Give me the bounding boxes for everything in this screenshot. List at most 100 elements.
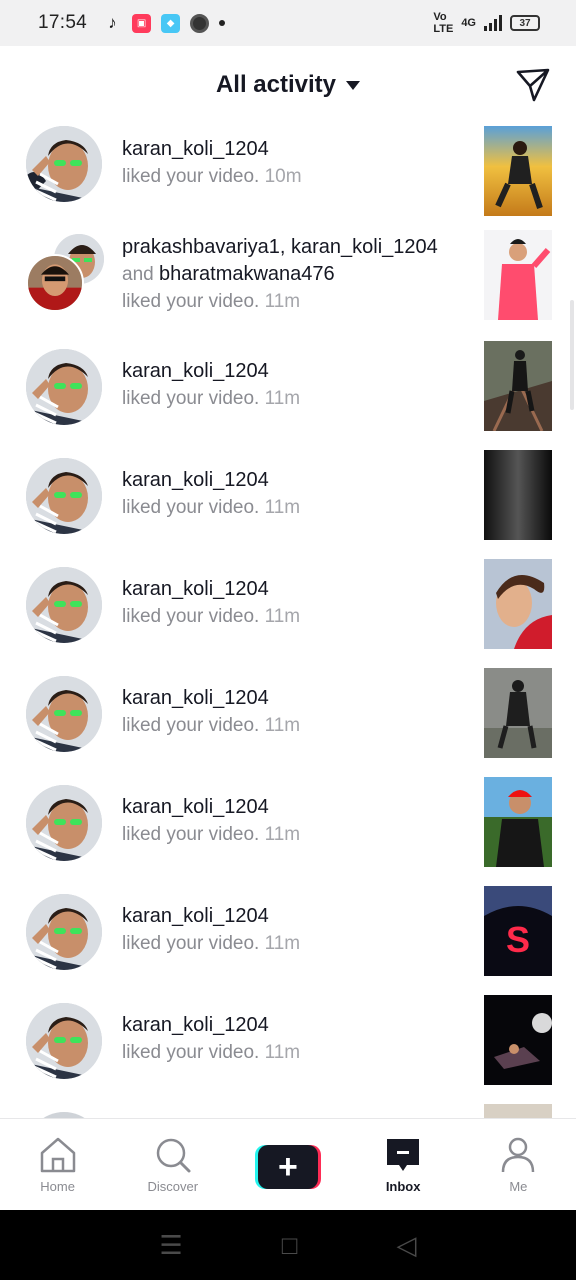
notification-action: liked your video. [122,388,260,409]
status-notification-icons: ♪ ▣ ◆ [103,13,226,33]
video-thumbnail[interactable] [484,126,552,216]
notification-row[interactable]: karan_koli_1204 liked your video. 11m [0,774,576,883]
video-thumbnail[interactable] [484,1104,552,1118]
notification-username[interactable]: karan_koli_1204 [122,358,467,385]
screen-record-icon: ▣ [132,13,152,33]
user-avatar[interactable] [26,458,102,534]
direct-message-icon[interactable] [514,66,552,104]
page-title: All activity [215,71,337,98]
signal-icon [484,15,502,31]
bottom-navigation: Home Discover + Inbox Me [0,1118,576,1210]
user-avatar [26,254,84,312]
battery-icon: 37 [510,15,540,31]
user-avatar[interactable] [26,1003,102,1079]
create-video-button[interactable]: + [254,1144,321,1189]
video-thumbnail[interactable] [484,668,552,758]
scrollbar[interactable] [570,300,574,410]
status-system-icons: Vo LTE 4G 37 [433,11,540,35]
notification-username[interactable]: karan_koli_1204 [122,576,467,603]
notification-action: liked your video. [122,606,260,627]
notification-time: 11m [264,497,301,518]
home-square-icon[interactable]: □ [282,1230,298,1261]
back-triangle-icon[interactable]: ◁ [396,1230,416,1261]
volte-icon: Vo LTE [433,11,454,35]
notification-username[interactable]: karan_koli_1204 [122,467,467,494]
user-avatar[interactable] [26,567,102,643]
grouped-user-avatars[interactable] [26,234,104,312]
activity-header: All activity [0,46,576,124]
search-icon [156,1138,191,1173]
user-avatar[interactable] [26,126,102,202]
nav-discover[interactable]: Discover [115,1119,230,1210]
notification-action: liked your video. [122,1042,260,1063]
notification-time: 10m [264,166,302,187]
notification-row[interactable]: karan_koli_1204 liked your video. 11m S [0,883,576,992]
notification-row[interactable]: karan_koli_1204 liked your video. 11m [0,992,576,1101]
activity-filter-dropdown[interactable]: All activity [215,71,361,99]
svg-text:S: S [506,919,530,960]
video-thumbnail[interactable] [484,341,552,431]
notification-username-more[interactable]: bharatmakwana476 [159,263,335,285]
and-connector: and [122,264,159,285]
nav-me[interactable]: Me [461,1119,576,1210]
notification-username[interactable]: prakashbavariya1, karan_koli_1204 [122,234,467,261]
user-avatar[interactable] [26,785,102,861]
notification-time: 11m [264,291,301,312]
nav-me-label: Me [509,1179,528,1194]
plus-icon: + [257,1144,318,1189]
user-avatar[interactable] [26,349,102,425]
status-time: 17:54 [38,12,88,33]
battery-level: 37 [519,17,531,29]
caret-down-icon [346,80,361,90]
notification-row[interactable]: karan_koli_1204 liked your video. 11m [0,338,576,447]
video-thumbnail[interactable] [484,230,552,320]
system-navigation-bar: ☰ □ ◁ [0,1210,576,1280]
notification-time: 11m [264,606,301,627]
notification-action: liked your video. [122,933,260,954]
notification-username[interactable]: karan_koli_1204 [122,1012,467,1039]
notification-action: liked your video. [122,715,260,736]
user-avatar[interactable] [26,676,102,752]
recent-apps-icon[interactable]: ☰ [159,1230,182,1261]
nav-discover-label: Discover [147,1179,199,1194]
vpn-shield-icon: ◆ [161,13,181,33]
notification-action: liked your video. [122,824,260,845]
notification-row[interactable]: karan_koli_1204 liked your video. 11m [0,556,576,665]
notification-row-partial[interactable] [0,1101,576,1118]
video-thumbnail[interactable] [484,777,552,867]
nav-home[interactable]: Home [0,1119,115,1210]
tiktok-icon: ♪ [108,13,117,32]
notification-action: liked your video. [122,497,260,518]
video-thumbnail[interactable] [484,995,552,1085]
profile-icon [502,1137,535,1173]
notification-username[interactable]: karan_koli_1204 [122,903,467,930]
home-icon [40,1137,75,1173]
nav-create[interactable]: + [230,1119,345,1210]
nav-inbox-label: Inbox [385,1179,421,1194]
user-avatar[interactable] [26,894,102,970]
notification-username[interactable]: karan_koli_1204 [122,136,467,163]
video-thumbnail[interactable]: S [484,886,552,976]
notification-row[interactable]: prakashbavariya1, karan_koli_1204 and bh… [0,228,576,338]
notification-row[interactable]: karan_koli_1204 liked your video. 11m [0,447,576,556]
notification-username[interactable]: karan_koli_1204 [122,794,467,821]
notification-time: 11m [264,933,301,954]
inbox-icon [387,1139,420,1171]
video-thumbnail[interactable] [484,559,552,649]
notification-username[interactable]: karan_koli_1204 [122,685,467,712]
status-bar: 17:54 ♪ ▣ ◆ Vo LTE 4G 37 [0,0,576,46]
notification-row[interactable]: karan_koli_1204 liked your video. 11m [0,665,576,774]
network-type-label: 4G [461,17,476,29]
notification-time: 11m [264,388,301,409]
notification-time: 11m [264,715,301,736]
activity-list[interactable]: karan_koli_1204 liked your video. 10m pr… [0,118,576,1118]
nav-home-label: Home [40,1179,75,1194]
video-thumbnail[interactable] [484,450,552,540]
notification-row[interactable]: karan_koli_1204 liked your video. 10m [0,118,576,228]
more-notifications-dot-icon [219,20,226,26]
chrome-icon [190,13,210,33]
notification-time: 11m [264,1042,301,1063]
nav-inbox[interactable]: Inbox [346,1119,461,1210]
notification-action: liked your video. [122,166,260,187]
notification-time: 11m [264,824,301,845]
